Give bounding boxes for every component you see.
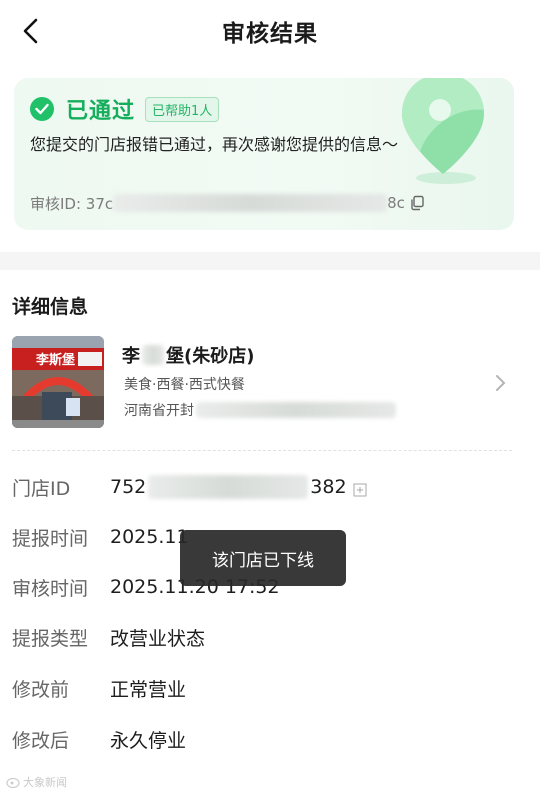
map-pin-icon [402, 78, 484, 184]
audit-id-row: 审核ID: 37c 8c [30, 192, 425, 214]
page-title: 审核结果 [222, 21, 318, 47]
check-circle-icon [30, 97, 54, 121]
info-label: 修改前 [12, 678, 70, 701]
copy-icon[interactable] [353, 480, 367, 497]
result-description: 您提交的门店报错已通过，再次感谢您提供的信息～ [30, 135, 399, 154]
redacted-blur [148, 475, 309, 499]
details-title: 详细信息 [12, 296, 89, 318]
section-divider [0, 252, 540, 270]
audit-result-card: 已通过 已帮助1人 您提交的门店报错已通过，再次感谢您提供的信息～ 审核ID: … [14, 78, 514, 230]
store-name: 李 堡(朱砂店) [122, 342, 254, 368]
store-photo: 李斯堡 [12, 336, 104, 428]
weibo-logo-icon [6, 777, 20, 788]
info-label: 审核时间 [12, 577, 89, 600]
store-name-prefix: 李 [122, 346, 140, 367]
watermark: 大象新闻 [6, 774, 67, 790]
audit-id-prefix: 审核ID: 37c [30, 194, 114, 213]
info-value: 永久停业 [110, 729, 187, 752]
info-row-after: 修改后 永久停业 [12, 724, 186, 754]
info-label: 门店ID [12, 477, 71, 500]
store-id-suffix: 382 [310, 476, 347, 498]
copy-icon[interactable] [409, 195, 425, 211]
info-label: 提报类型 [12, 627, 89, 650]
info-label: 提报时间 [12, 527, 89, 550]
status-row: 已通过 已帮助1人 [30, 94, 220, 124]
info-row-before: 修改前 正常营业 [12, 673, 186, 703]
redacted-blur [142, 345, 164, 365]
status-text: 已通过 [66, 99, 136, 124]
info-value: 2025.11 [110, 526, 189, 548]
info-value: 改营业状态 [110, 627, 206, 650]
store-id-prefix: 752 [110, 476, 147, 498]
store-address-prefix: 河南省开封 [124, 403, 194, 419]
info-row-store-id: 门店ID 752 382 [12, 472, 367, 502]
header-bar: 审核结果 [0, 0, 540, 62]
dashed-divider [12, 450, 512, 451]
audit-id-suffix: 8c [387, 194, 405, 212]
info-value: 正常营业 [110, 678, 187, 701]
info-label: 修改后 [12, 729, 70, 752]
info-row-report-time: 提报时间 2025.11 [12, 522, 189, 552]
helped-count-badge: 已帮助1人 [145, 96, 220, 122]
store-name-suffix: 堡(朱砂店) [166, 346, 255, 367]
redacted-blur [113, 194, 388, 212]
toast-message: 该门店已下线 [180, 530, 346, 586]
store-category: 美食·西餐·西式快餐 [124, 377, 245, 393]
info-value: 752 382 [110, 475, 367, 499]
store-sign-text: 李斯堡 [35, 352, 75, 368]
info-row-report-type: 提报类型 改营业状态 [12, 622, 205, 652]
store-address: 河南省开封 [124, 400, 396, 420]
redacted-blur [196, 402, 396, 418]
chevron-right-icon[interactable] [494, 374, 508, 392]
watermark-text: 大象新闻 [23, 776, 67, 789]
